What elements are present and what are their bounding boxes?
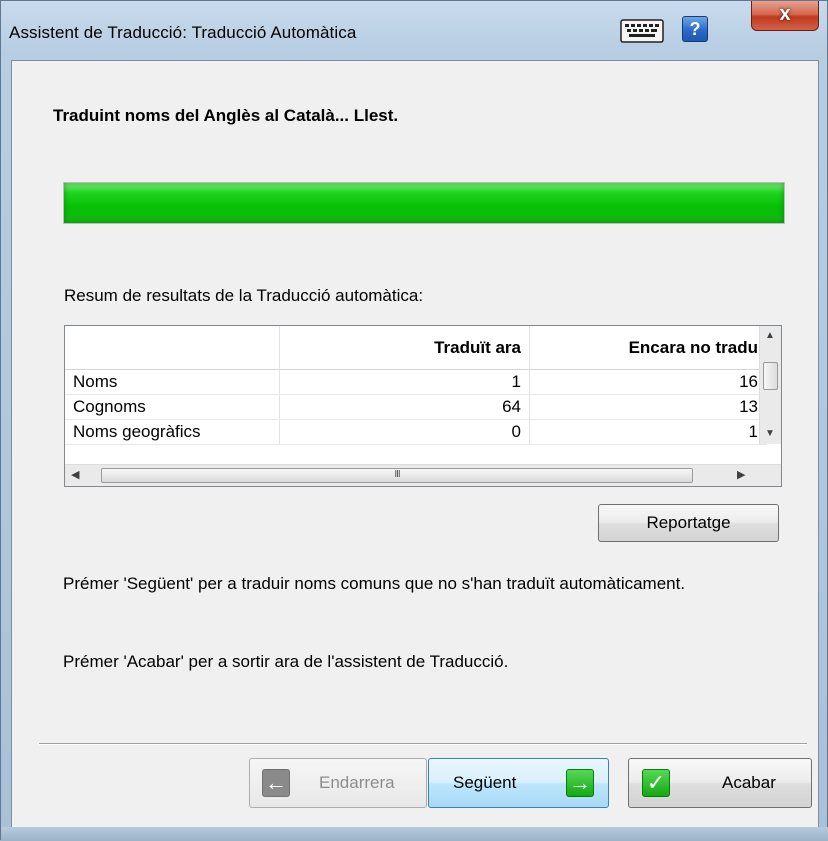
vertical-scroll-thumb[interactable]: [763, 362, 778, 390]
row-name: Noms: [65, 369, 280, 395]
scroll-left-icon[interactable]: ◀: [71, 468, 79, 481]
title-bar: Assistent de Traducció: Traducció Automà…: [1, 1, 828, 59]
row-name: Noms geogràfics: [65, 419, 280, 445]
row-not-yet: 16: [529, 369, 767, 395]
row-translated-now: 0: [279, 419, 530, 445]
arrow-left-icon: ←: [262, 769, 290, 797]
arrow-right-icon: →: [566, 769, 594, 797]
back-button[interactable]: ← Endarrera: [249, 758, 427, 808]
column-header-translated-now[interactable]: Traduït ara: [279, 326, 530, 370]
row-translated-now: 64: [279, 394, 530, 420]
scroll-right-icon[interactable]: ▶: [737, 468, 745, 481]
vertical-scrollbar[interactable]: ▲ ▼: [759, 326, 781, 444]
horizontal-scrollbar[interactable]: ◀ III ▶: [65, 464, 781, 486]
row-not-yet: 1: [529, 419, 767, 445]
finish-instruction: Prémer 'Acabar' per a sortir ara de l'as…: [63, 652, 509, 671]
scroll-down-icon[interactable]: ▼: [765, 428, 775, 439]
column-header-not-yet-translated[interactable]: Encara no tradu: [529, 326, 767, 370]
checkmark-icon: ✓: [642, 769, 670, 797]
results-table[interactable]: Traduït ara Encara no tradu Noms 1 16 Co…: [64, 325, 782, 487]
scrollbar-corner: [760, 465, 781, 486]
summary-label: Resum de resultats de la Traducció autom…: [64, 286, 424, 305]
footer-divider: [39, 743, 807, 745]
dialog-window: Assistent de Traducció: Traducció Automà…: [0, 0, 828, 841]
row-name: Cognoms: [65, 394, 280, 420]
close-icon[interactable]: x: [751, 1, 819, 31]
window-title: Assistent de Traducció: Traducció Automà…: [9, 23, 357, 42]
row-translated-now: 1: [279, 369, 530, 395]
report-button[interactable]: Reportatge: [598, 504, 779, 542]
finish-button[interactable]: ✓ Acabar: [628, 758, 812, 808]
progress-fill: [64, 183, 784, 223]
row-not-yet: 13: [529, 394, 767, 420]
progress-bar: [63, 182, 785, 224]
keyboard-icon[interactable]: [620, 19, 664, 43]
table-row[interactable]: Cognoms 64 13: [65, 394, 767, 420]
table-row[interactable]: Noms geogràfics 0 1: [65, 419, 767, 445]
finish-button-label: Acabar: [722, 773, 776, 792]
help-icon[interactable]: ?: [682, 16, 708, 42]
next-button-label: Següent: [453, 773, 517, 792]
table-row[interactable]: Noms 1 16: [65, 369, 767, 395]
next-button[interactable]: Següent →: [428, 758, 609, 808]
back-button-label: Endarrera: [319, 773, 395, 792]
horizontal-scroll-thumb[interactable]: III: [101, 468, 693, 483]
scroll-up-icon[interactable]: ▲: [765, 330, 775, 341]
status-message: Traduint noms del Anglès al Català... Ll…: [53, 106, 399, 125]
next-instruction: Prémer 'Següent' per a traduir noms comu…: [63, 574, 686, 593]
column-header-name[interactable]: [65, 326, 280, 370]
window-bottom-border: [1, 827, 828, 841]
